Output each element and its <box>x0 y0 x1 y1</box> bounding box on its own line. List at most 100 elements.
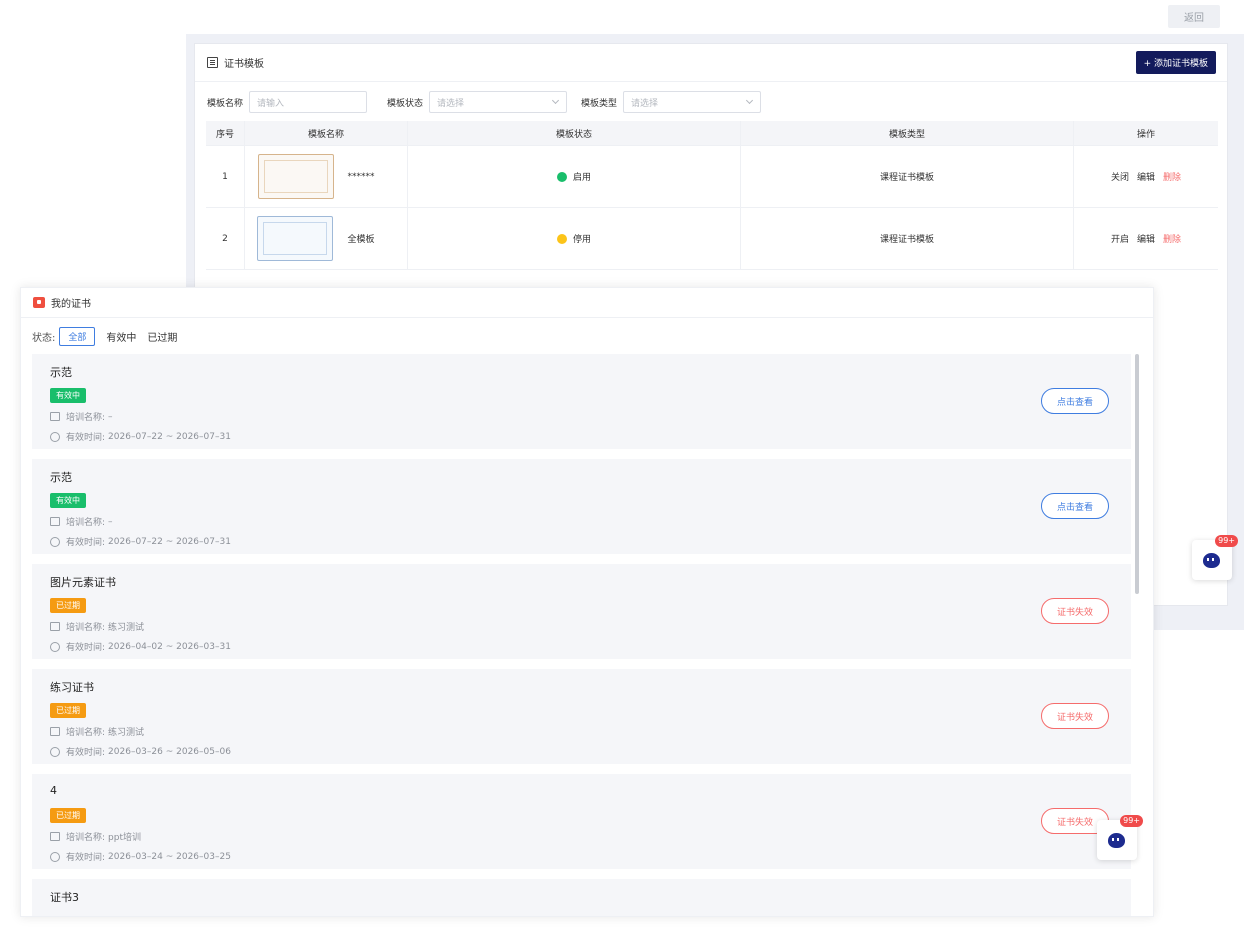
notification-badge: 99+ <box>1120 815 1143 827</box>
template-type: 课程证书模板 <box>741 146 1074 207</box>
chat-widget[interactable]: 99+ <box>1097 815 1143 860</box>
training-info: 培训名称: ppt培训 <box>50 830 141 843</box>
valid-time-label: 有效时间: <box>66 643 106 653</box>
valid-time-value: 2026–04–02 ~ 2026–03–31 <box>108 641 231 652</box>
template-name-cell: ****** <box>245 146 408 207</box>
certificate-name: 示范 <box>50 366 72 379</box>
template-type-select[interactable]: 请选择 <box>623 91 762 113</box>
column-header: 序号 <box>206 121 245 145</box>
template-table: 序号 模板名称 模板状态 模板类型 操作 1 ****** 启用 课程证书模板 … <box>206 121 1218 270</box>
chevron-down-icon <box>551 96 560 105</box>
delete-button[interactable]: 删除 <box>1163 232 1181 245</box>
chat-widget[interactable]: 99+ <box>1192 535 1238 580</box>
filter-template-status: 模板状态 请选择 <box>387 91 568 113</box>
table-row: 2 全模板 停用 课程证书模板 开启 编辑 删除 <box>206 208 1218 270</box>
toggle-button[interactable]: 开启 <box>1111 232 1129 245</box>
select-placeholder: 请选择 <box>631 98 659 109</box>
status-cell: 启用 <box>408 146 741 207</box>
column-header: 模板名称 <box>245 121 408 145</box>
certificate-card: 证书3 <box>32 879 1131 916</box>
training-info: 培训名称: – <box>50 410 113 423</box>
table-header: 序号 模板名称 模板状态 模板类型 操作 <box>206 121 1218 146</box>
valid-time-label: 有效时间: <box>66 748 106 758</box>
actions-cell: 开启 编辑 删除 <box>1074 208 1218 269</box>
validity-info: 有效时间: 2026–07–22 ~ 2026–07–31 <box>50 430 231 443</box>
filter-label: 模板类型 <box>581 98 618 109</box>
toggle-button[interactable]: 关闭 <box>1111 170 1129 183</box>
valid-time-value: 2026–07–22 ~ 2026–07–31 <box>108 536 231 547</box>
certificate-icon <box>33 297 45 308</box>
valid-time-label: 有效时间: <box>66 853 106 863</box>
certificate-name: 图片元素证书 <box>50 576 116 589</box>
template-type: 课程证书模板 <box>741 208 1074 269</box>
status-text: 启用 <box>572 173 591 183</box>
view-button[interactable]: 点击查看 <box>1041 388 1109 414</box>
certificate-thumbnail <box>257 154 334 199</box>
status-badge: 有效中 <box>50 493 86 508</box>
status-filter: 状态: 全部 有效中 已过期 <box>32 326 177 346</box>
invalid-certificate-button[interactable]: 证书失效 <box>1041 703 1109 729</box>
add-template-button[interactable]: + 添加证书模板 <box>1135 51 1216 74</box>
status-dot <box>556 233 567 244</box>
certificate-card: 4 已过期 培训名称: ppt培训 有效时间: 2026–03–24 ~ 202… <box>32 774 1131 869</box>
validity-info: 有效时间: 2026–03–24 ~ 2026–03–25 <box>50 850 231 863</box>
training-label: 培训名称: <box>66 728 106 738</box>
template-status-select[interactable]: 请选择 <box>429 91 568 113</box>
valid-time-value: 2026–07–22 ~ 2026–07–31 <box>108 431 231 442</box>
template-name-cell: 全模板 <box>245 208 408 269</box>
certificate-name: 证书3 <box>50 891 79 904</box>
edit-button[interactable]: 编辑 <box>1137 232 1155 245</box>
tab-valid[interactable]: 有效中 <box>106 329 136 344</box>
training-label: 培训名称: <box>66 623 106 633</box>
template-name-input[interactable]: 请输入 <box>249 91 368 113</box>
chevron-down-icon <box>745 96 754 105</box>
scrollbar[interactable] <box>1135 354 1139 594</box>
training-info: 培训名称: – <box>50 515 113 528</box>
filter-label: 模板状态 <box>387 98 424 109</box>
panel-header: 我的证书 <box>21 288 1153 318</box>
training-value: 练习测试 <box>108 623 145 633</box>
validity-info: 有效时间: 2026–03–26 ~ 2026–05–06 <box>50 745 231 758</box>
notification-badge: 99+ <box>1215 535 1238 547</box>
training-label: 培训名称: <box>66 413 106 423</box>
tab-expired[interactable]: 已过期 <box>147 329 177 344</box>
view-button[interactable]: 点击查看 <box>1041 493 1109 519</box>
actions-cell: 关闭 编辑 删除 <box>1074 146 1218 207</box>
clock-icon <box>50 536 60 547</box>
panel-title: 证书模板 <box>224 59 264 70</box>
select-placeholder: 请选择 <box>437 98 465 109</box>
column-header: 模板类型 <box>741 121 1074 145</box>
certificate-name: 示范 <box>50 471 72 484</box>
table-row: 1 ****** 启用 课程证书模板 关闭 编辑 删除 <box>206 146 1218 208</box>
delete-button[interactable]: 删除 <box>1163 170 1181 183</box>
training-info: 培训名称: 练习测试 <box>50 725 144 738</box>
clock-icon <box>50 641 60 652</box>
status-label: 状态: <box>32 332 56 344</box>
invalid-certificate-button[interactable]: 证书失效 <box>1041 598 1109 624</box>
edit-button[interactable]: 编辑 <box>1137 170 1155 183</box>
filter-template-type: 模板类型 请选择 <box>581 91 762 113</box>
clock-icon <box>50 851 60 862</box>
certificate-card: 练习证书 已过期 培训名称: 练习测试 有效时间: 2026–03–26 ~ 2… <box>32 669 1131 764</box>
panel-title: 我的证书 <box>51 299 91 310</box>
column-header: 模板状态 <box>408 121 741 145</box>
training-label: 培训名称: <box>66 518 106 528</box>
tab-all[interactable]: 全部 <box>59 326 96 346</box>
training-value: 练习测试 <box>108 728 145 738</box>
status-badge: 已过期 <box>50 598 86 613</box>
validity-info: 有效时间: 2026–07–22 ~ 2026–07–31 <box>50 535 231 548</box>
robot-icon <box>1108 833 1125 848</box>
clock-icon <box>50 746 60 757</box>
status-badge: 已过期 <box>50 703 86 718</box>
certificate-thumbnail <box>257 216 334 261</box>
back-button[interactable]: 返回 <box>1168 5 1220 28</box>
monitor-icon <box>50 832 60 841</box>
column-header: 操作 <box>1136 129 1155 140</box>
training-value: ppt培训 <box>108 833 142 843</box>
robot-icon <box>1203 553 1220 568</box>
valid-time-value: 2026–03–26 ~ 2026–05–06 <box>108 746 231 757</box>
my-certificates-panel: 我的证书 状态: 全部 有效中 已过期 示范 有效中 培训名称: – 有效时间:… <box>20 287 1154 917</box>
row-index: 1 <box>206 146 245 207</box>
status-dot <box>556 171 567 182</box>
status-cell: 停用 <box>408 208 741 269</box>
